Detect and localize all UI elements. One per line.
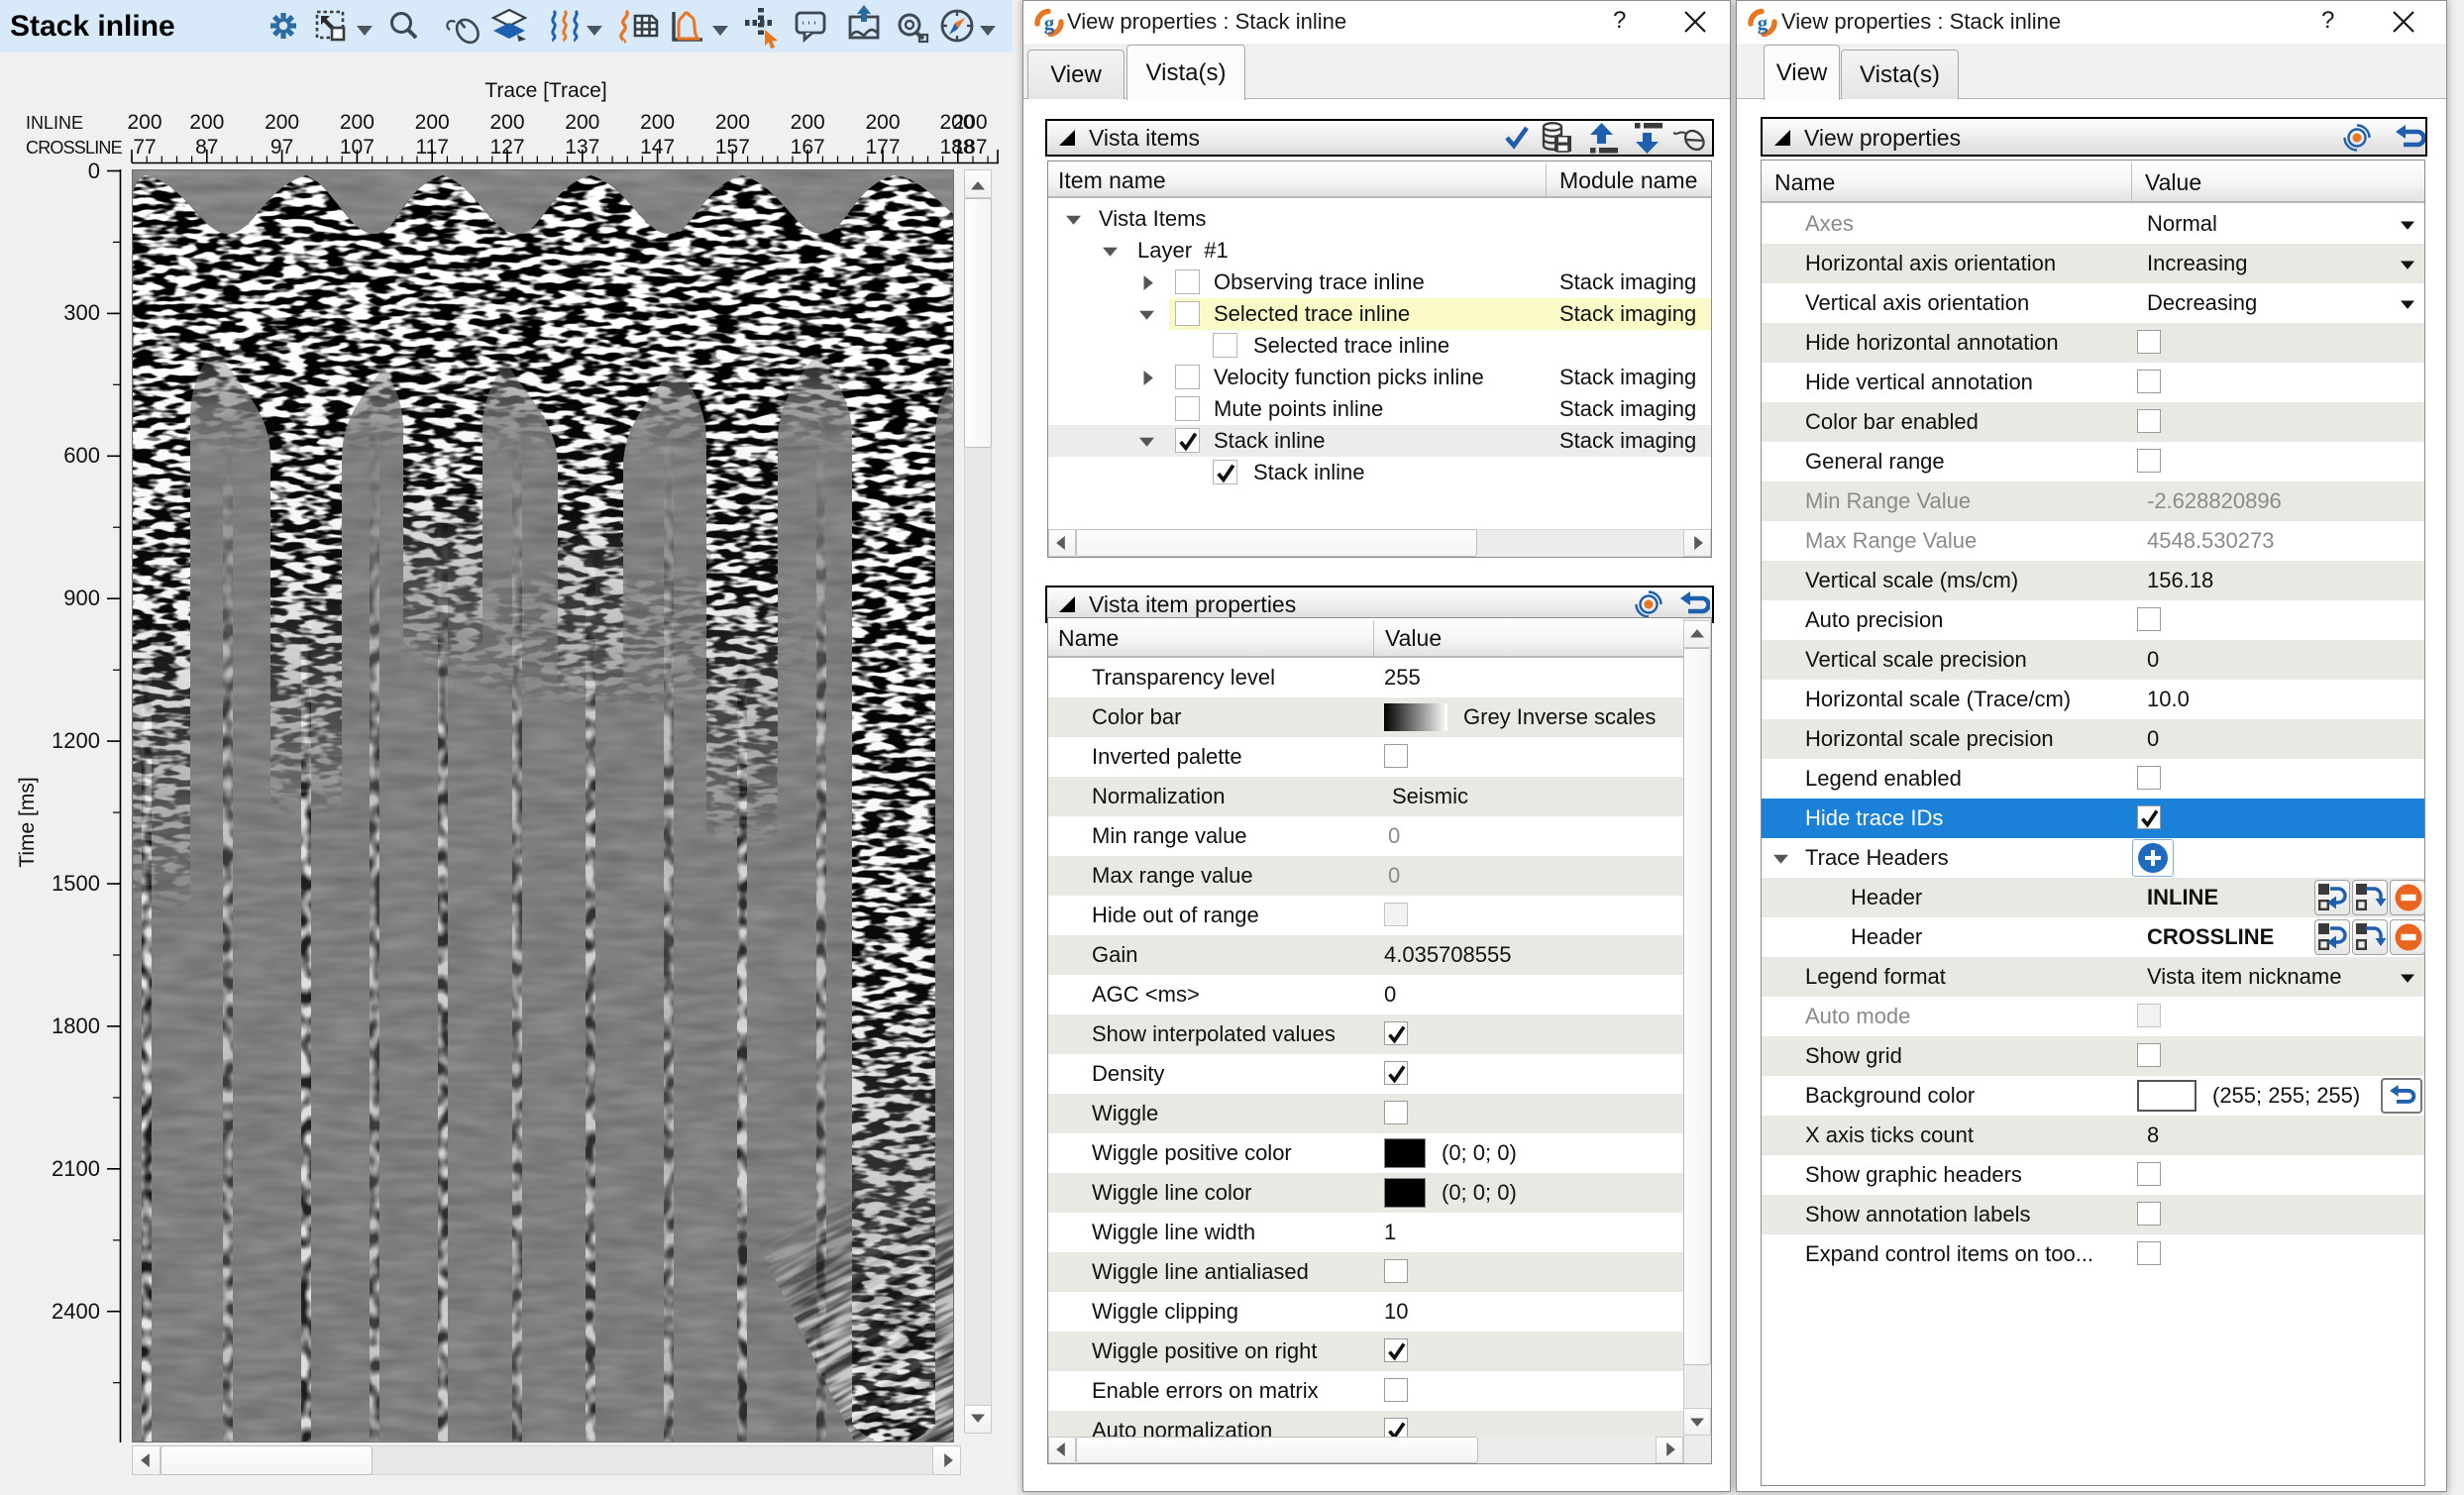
svg-text:g: g [1044,11,1055,35]
svg-text:g: g [1758,11,1768,35]
